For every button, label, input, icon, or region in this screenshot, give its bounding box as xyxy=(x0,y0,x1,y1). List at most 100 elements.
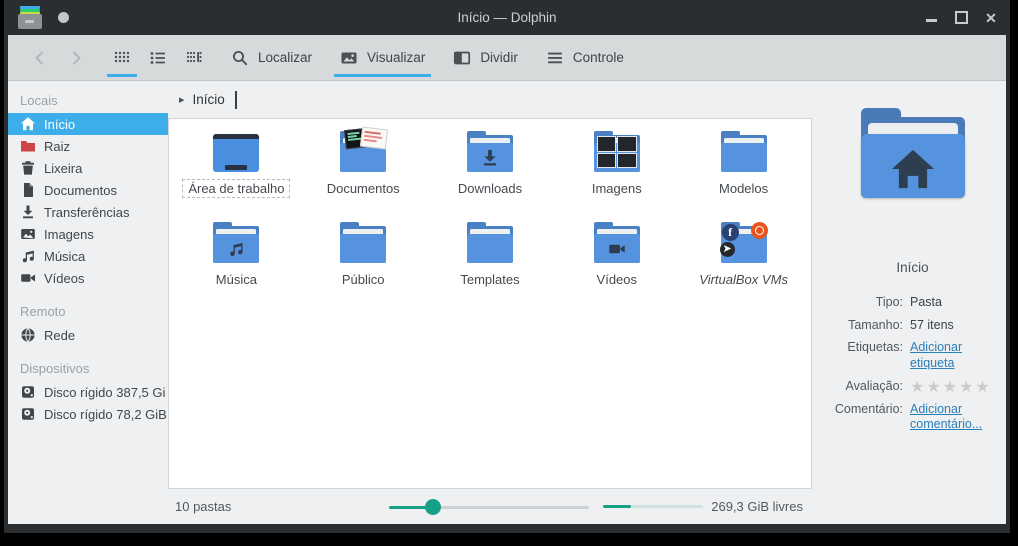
sidebar-item-imagens[interactable]: Imagens xyxy=(8,223,168,245)
sidebar-item-disco-rigido-78-2-gib[interactable]: Disco rígido 78,2 GiB xyxy=(8,403,168,425)
close-button[interactable]: ✕ xyxy=(984,11,998,25)
information-panel: Início Tipo: Pasta Tamanho: 57 itens Etiquet… xyxy=(819,81,1006,524)
split-view-icon xyxy=(453,49,471,67)
back-arrow-icon xyxy=(31,49,49,67)
sidebar-item-inicio[interactable]: Início xyxy=(8,113,168,135)
info-value-tipo: Pasta xyxy=(910,295,942,309)
sidebar-item-musica[interactable]: Música xyxy=(8,245,168,267)
details-list-icon xyxy=(185,49,203,67)
sidebar-item-raiz[interactable]: Raiz xyxy=(8,135,168,157)
folder-item-downloads[interactable]: Downloads xyxy=(427,126,554,217)
breadcrumb-arrow-icon: ▸ xyxy=(179,94,185,106)
search-button[interactable]: Localizar xyxy=(222,35,321,80)
sidebar-item-videos[interactable]: Vídeos xyxy=(8,267,168,289)
split-button-label: Dividir xyxy=(480,50,518,65)
sidebar-item-label: Rede xyxy=(44,327,76,343)
folder-icon xyxy=(464,222,516,266)
sidebar-section-remoto: Remoto xyxy=(20,304,66,319)
info-label: Etiquetas: xyxy=(847,340,903,355)
text-cursor xyxy=(234,90,237,109)
folder-label: VirtualBox VMs xyxy=(699,272,788,287)
info-label: Tipo: xyxy=(875,295,903,309)
rating-stars[interactable]: ★★★★★ xyxy=(910,378,992,395)
folder-icon xyxy=(591,131,643,175)
minimize-button[interactable] xyxy=(924,11,938,25)
sidebar-item-label: Disco rígido 387,5 Gi xyxy=(44,384,166,400)
sidebar-item-label: Lixeira xyxy=(44,160,83,176)
folder-label: Público xyxy=(341,272,385,287)
forward-arrow-icon xyxy=(67,49,85,67)
image-thumbnails xyxy=(596,136,637,168)
forward-button[interactable] xyxy=(58,35,94,80)
folder-item-modelos[interactable]: Modelos xyxy=(680,126,807,217)
sidebar-item-lixeira[interactable]: Lixeira xyxy=(8,157,168,179)
zoom-slider[interactable] xyxy=(389,498,589,515)
ubuntu-badge-icon xyxy=(750,222,768,239)
details-view-button[interactable] xyxy=(176,35,212,80)
free-space-widget: 269,3 GiB livres xyxy=(589,499,803,514)
folder-label: Imagens xyxy=(591,181,642,196)
sidebar-item-documentos[interactable]: Documentos xyxy=(8,179,168,201)
back-button[interactable] xyxy=(22,35,58,80)
download-icon xyxy=(20,204,36,220)
main-area: Locais Início Raiz Lixeira Documentos Transfe… xyxy=(8,81,1006,524)
breadcrumb-current[interactable]: Início xyxy=(193,92,225,107)
info-label: Avaliação: xyxy=(845,378,903,393)
download-glyph-icon xyxy=(467,143,513,172)
folder-item-area-de-trabalho[interactable]: Área de trabalho xyxy=(173,126,300,217)
folder-item-documentos[interactable]: Documentos xyxy=(300,126,427,217)
info-value-tamanho: 57 itens xyxy=(910,317,954,332)
video-icon xyxy=(20,270,36,286)
sidebar-item-label: Documentos xyxy=(44,182,117,198)
icons-view-button[interactable] xyxy=(104,35,140,80)
sidebar-item-label: Início xyxy=(44,116,76,132)
titlebar[interactable]: Início — Dolphin ✕ xyxy=(4,0,1010,35)
info-label: Tamanho: xyxy=(848,317,903,332)
fedora-badge-icon: f xyxy=(721,224,739,241)
home-icon xyxy=(20,116,36,132)
sidebar-item-disco-rigido-387-5-gi[interactable]: Disco rígido 387,5 Gi xyxy=(8,381,168,403)
preview-button[interactable]: Visualizar xyxy=(331,35,434,80)
maximize-button[interactable] xyxy=(954,11,968,25)
desktop-glyph xyxy=(213,134,260,172)
info-label: Comentário: xyxy=(834,401,903,416)
control-button-label: Controle xyxy=(572,50,624,65)
video-glyph-icon xyxy=(594,234,640,263)
folder-view[interactable]: Área de trabalho Documentos Downloads Image… xyxy=(168,118,812,489)
sidebar: Locais Início Raiz Lixeira Documentos Transfe… xyxy=(8,81,168,524)
sidebar-item-transferencias[interactable]: Transferências xyxy=(8,201,168,223)
folders-count: 10 pastas xyxy=(175,499,232,514)
folder-label: Documentos xyxy=(326,181,400,196)
home-folder-preview-icon xyxy=(860,108,965,198)
sidebar-item-label: Vídeos xyxy=(44,270,85,286)
info-link-etiquetas[interactable]: Adicionar etiqueta xyxy=(910,340,1000,371)
window-controls: ✕ xyxy=(924,0,998,35)
folder-label: Área de trabalho xyxy=(182,179,291,198)
folder-item-virtualbox-vms[interactable]: f ➤ VirtualBox VMs xyxy=(680,217,807,308)
zoom-slider-handle[interactable] xyxy=(425,498,441,515)
folder-item-templates[interactable]: Templates xyxy=(427,217,554,308)
info-link-comentario[interactable]: Adicionar comentário... xyxy=(910,402,1000,433)
sidebar-item-rede[interactable]: Rede xyxy=(8,324,168,346)
info-row: Etiquetas: Adicionar etiqueta xyxy=(823,340,1000,371)
split-button[interactable]: Dividir xyxy=(444,35,527,80)
folder-icon xyxy=(337,126,389,175)
hamburger-menu-icon xyxy=(546,49,564,67)
compact-view-button[interactable] xyxy=(140,35,176,80)
folder-item-musica[interactable]: Música xyxy=(173,217,300,308)
info-row: Comentário: Adicionar comentário... xyxy=(823,402,1000,433)
info-rows: Tipo: Pasta Tamanho: 57 itens Etiquetas: Adic… xyxy=(819,295,1006,440)
folder-item-publico[interactable]: Público xyxy=(300,217,427,308)
sidebar-section-dispositivos: Dispositivos xyxy=(20,361,90,376)
music-glyph-icon xyxy=(213,234,259,263)
folder-item-videos[interactable]: Vídeos xyxy=(553,217,680,308)
folder-label: Templates xyxy=(460,272,520,287)
control-menu-button[interactable]: Controle xyxy=(537,35,633,80)
breadcrumb[interactable]: ▸ Início xyxy=(168,81,819,118)
info-row: Avaliação: ★★★★★ xyxy=(823,378,1000,395)
folder-item-imagens[interactable]: Imagens xyxy=(553,126,680,217)
home-glyph-icon xyxy=(890,148,936,195)
folder-label: Vídeos xyxy=(596,272,638,287)
harddisk-icon xyxy=(20,406,36,422)
icons-grid-icon xyxy=(113,49,131,67)
